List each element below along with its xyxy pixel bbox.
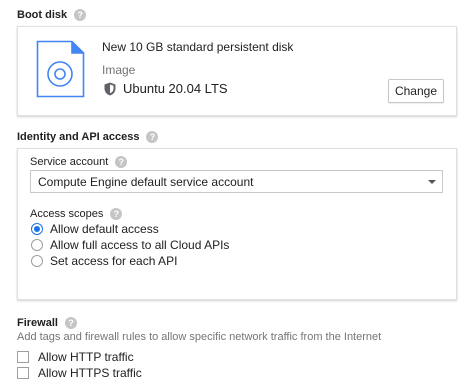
scope-option-each[interactable]: Set access for each API xyxy=(31,254,177,268)
shield-icon xyxy=(104,82,116,95)
os-row: Ubuntu 20.04 LTS xyxy=(104,81,228,96)
firewall-description: Add tags and firewall rules to allow spe… xyxy=(17,331,382,343)
help-icon[interactable]: ? xyxy=(110,208,123,220)
access-scopes-label-row: Access scopes ? xyxy=(30,208,123,220)
boot-disk-title: Boot disk xyxy=(17,9,68,21)
radio-button[interactable] xyxy=(31,255,43,267)
scope-option-label: Set access for each API xyxy=(50,254,178,268)
service-account-label-row: Service account ? xyxy=(30,156,128,168)
checkbox-label: Allow HTTP traffic xyxy=(38,350,134,364)
change-button[interactable]: Change xyxy=(388,79,444,103)
scope-option-full[interactable]: Allow full access to all Cloud APIs xyxy=(31,238,229,252)
help-icon[interactable]: ? xyxy=(64,317,77,329)
service-account-label: Service account xyxy=(30,156,109,168)
help-icon[interactable]: ? xyxy=(115,156,128,168)
os-name: Ubuntu 20.04 LTS xyxy=(123,81,228,96)
firewall-heading: Firewall ? xyxy=(17,317,77,329)
checkbox[interactable] xyxy=(17,351,29,363)
checkbox[interactable] xyxy=(17,367,29,379)
allow-http-option[interactable]: Allow HTTP traffic xyxy=(17,350,134,364)
help-icon[interactable]: ? xyxy=(74,9,87,21)
firewall-title: Firewall xyxy=(17,317,58,329)
service-account-value: Compute Engine default service account xyxy=(38,174,254,189)
help-icon[interactable]: ? xyxy=(146,131,159,143)
disk-image-icon xyxy=(36,40,85,98)
scope-option-default[interactable]: Allow default access xyxy=(31,222,159,236)
scope-option-label: Allow full access to all Cloud APIs xyxy=(50,238,230,252)
disk-type-label: Image xyxy=(102,63,136,77)
identity-card: Service account ? Compute Engine default… xyxy=(17,148,457,300)
chevron-down-icon xyxy=(428,180,436,184)
access-scopes-label: Access scopes xyxy=(30,208,104,220)
radio-button[interactable] xyxy=(31,239,43,251)
service-account-select[interactable]: Compute Engine default service account xyxy=(30,170,443,193)
scope-option-label: Allow default access xyxy=(50,222,159,236)
checkbox-label: Allow HTTPS traffic xyxy=(38,366,142,380)
radio-button-checked[interactable] xyxy=(31,223,43,235)
allow-https-option[interactable]: Allow HTTPS traffic xyxy=(17,366,142,380)
identity-heading: Identity and API access ? xyxy=(17,131,159,143)
boot-disk-heading: Boot disk ? xyxy=(17,9,87,21)
boot-disk-card: New 10 GB standard persistent disk Image… xyxy=(17,26,457,116)
disk-name: New 10 GB standard persistent disk xyxy=(102,40,294,54)
identity-title: Identity and API access xyxy=(17,131,140,143)
